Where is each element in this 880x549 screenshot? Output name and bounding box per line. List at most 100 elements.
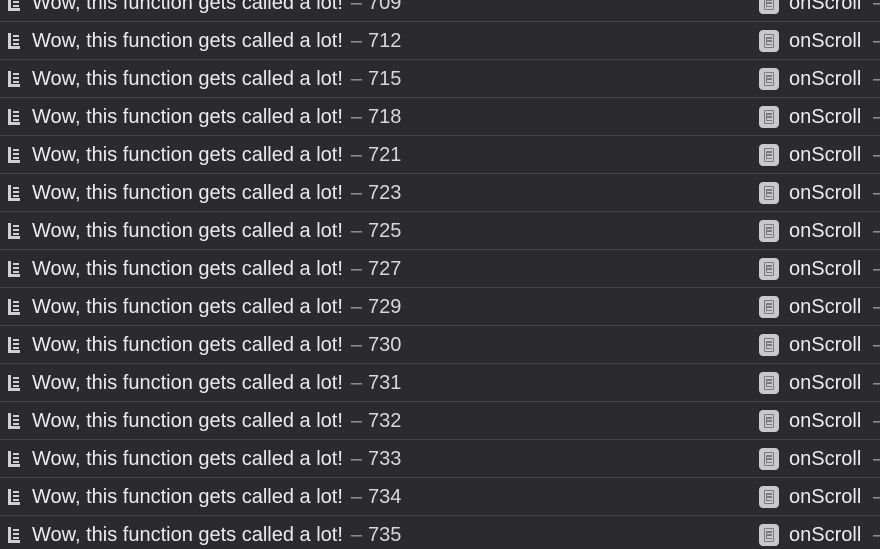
source-separator: – — [873, 372, 880, 394]
console-message-row[interactable]: Wow, this function gets called a lot! – 72… — [0, 136, 880, 174]
console-message: Wow, this function gets called a lot! –73… — [32, 448, 401, 470]
source-location-link[interactable]: onScroll — [789, 144, 861, 166]
javascript-file-icon — [759, 372, 779, 394]
log-message-icon — [8, 299, 20, 315]
message-count: 723 — [368, 182, 402, 204]
console-message-row[interactable]: Wow, this function gets called a lot! –72… — [0, 212, 880, 250]
console-message: Wow, this function gets called a lot! –71… — [32, 106, 401, 128]
source-separator: – — [873, 182, 880, 204]
message-count: 727 — [368, 258, 402, 280]
message-separator: – — [350, 486, 363, 508]
javascript-file-icon — [759, 448, 779, 470]
message-count: 709 — [368, 0, 402, 14]
log-message-icon — [8, 223, 20, 239]
source-separator: – — [873, 296, 880, 318]
console-messages-list: Wow, this function gets called a lot! –70… — [0, 0, 880, 549]
source-location-link[interactable]: onScroll — [789, 486, 861, 508]
console-message-row[interactable]: Wow, this function gets called a lot! –71… — [0, 60, 880, 98]
source-separator: – — [873, 258, 880, 280]
console-message-row[interactable]: Wow, this function gets called a lot! – 73… — [0, 364, 880, 402]
message-separator: – — [350, 220, 363, 242]
source-location-link[interactable]: onScroll — [789, 524, 861, 546]
console-message-row[interactable]: Wow, this function gets called a lot! –71… — [0, 98, 880, 136]
source-location-link[interactable]: onScroll — [789, 372, 861, 394]
console-message-row[interactable]: Wow, this function gets called a lot! – 72… — [0, 288, 880, 326]
javascript-file-icon — [759, 0, 779, 14]
console-message: Wow, this function gets called a lot! –72… — [32, 296, 401, 318]
message-count: 733 — [368, 448, 402, 470]
message-text: Wow, this function gets called a lot! — [32, 258, 343, 280]
log-message-icon — [8, 33, 20, 49]
console-message: Wow, this function gets called a lot! –71… — [32, 30, 401, 52]
console-message-row[interactable]: Wow, this function gets called a lot! –72… — [0, 250, 880, 288]
source-separator: – — [873, 486, 880, 508]
message-count: 721 — [368, 144, 402, 166]
javascript-file-icon — [759, 182, 779, 204]
source-location-link[interactable]: onScroll — [789, 106, 861, 128]
console-message-row[interactable]: Wow, this function gets called a lot! –73… — [0, 440, 880, 478]
source-separator: – — [873, 524, 880, 546]
message-count: 729 — [368, 296, 402, 318]
console-message-row[interactable]: Wow, this function gets called a lot! –70… — [0, 0, 880, 22]
message-count: 731 — [368, 372, 402, 394]
console-message-row[interactable]: Wow, this function gets called a lot! –73… — [0, 402, 880, 440]
source-location-link[interactable]: onScroll — [789, 410, 861, 432]
source-location-link[interactable]: onScroll — [789, 68, 861, 90]
message-text: Wow, this function gets called a lot! — [32, 144, 343, 166]
log-message-icon — [8, 527, 20, 543]
javascript-file-icon — [759, 220, 779, 242]
source-separator: – — [873, 106, 880, 128]
message-text: Wow, this function gets called a lot! — [32, 524, 343, 546]
console-message-row[interactable]: Wow, this function gets called a lot! –71… — [0, 22, 880, 60]
javascript-file-icon — [759, 486, 779, 508]
source-separator: – — [873, 448, 880, 470]
console-message: Wow, this function gets called a lot! –73… — [32, 372, 401, 394]
source-location-link[interactable]: onScroll — [789, 334, 861, 356]
message-text: Wow, this function gets called a lot! — [32, 372, 343, 394]
javascript-file-icon — [759, 258, 779, 280]
source-location-link[interactable]: onScroll — [789, 30, 861, 52]
message-count: 712 — [368, 30, 402, 52]
message-separator: – — [350, 182, 363, 204]
message-separator: – — [350, 30, 363, 52]
source-location-link[interactable]: onScroll — [789, 258, 861, 280]
console-message-row[interactable]: Wow, this function gets called a lot! –73… — [0, 478, 880, 516]
message-separator: – — [350, 334, 363, 356]
message-text: Wow, this function gets called a lot! — [32, 448, 343, 470]
console-message: Wow, this function gets called a lot! –72… — [32, 144, 401, 166]
log-message-icon — [8, 337, 20, 353]
console-message: Wow, this function gets called a lot! –70… — [32, 0, 401, 14]
source-location-link[interactable]: onScroll — [789, 182, 861, 204]
message-separator: – — [350, 258, 363, 280]
message-separator: – — [350, 0, 363, 14]
message-count: 725 — [368, 220, 402, 242]
console-message-row[interactable]: Wow, this function gets called a lot! –73… — [0, 326, 880, 364]
console-message-row[interactable]: Wow, this function gets called a lot! –73… — [0, 516, 880, 549]
source-location-link[interactable]: onScroll — [789, 448, 861, 470]
source-location-link[interactable]: onScroll — [789, 0, 861, 14]
javascript-file-icon — [759, 410, 779, 432]
message-text: Wow, this function gets called a lot! — [32, 106, 343, 128]
console-message: Wow, this function gets called a lot! –72… — [32, 258, 401, 280]
source-location-link[interactable]: onScroll — [789, 296, 861, 318]
message-separator: – — [350, 448, 363, 470]
console-message: Wow, this function gets called a lot! –73… — [32, 410, 401, 432]
message-text: Wow, this function gets called a lot! — [32, 0, 343, 14]
source-separator: – — [873, 0, 880, 14]
javascript-file-icon — [759, 106, 779, 128]
source-separator: – — [873, 144, 880, 166]
log-message-icon — [8, 375, 20, 391]
message-text: Wow, this function gets called a lot! — [32, 30, 343, 52]
message-text: Wow, this function gets called a lot! — [32, 182, 343, 204]
source-separator: – — [873, 220, 880, 242]
source-separator: – — [873, 334, 880, 356]
log-message-icon — [8, 71, 20, 87]
message-text: Wow, this function gets called a lot! — [32, 220, 343, 242]
message-text: Wow, this function gets called a lot! — [32, 334, 343, 356]
console-message: Wow, this function gets called a lot! –71… — [32, 68, 401, 90]
console-message-row[interactable]: Wow, this function gets called a lot! –72… — [0, 174, 880, 212]
source-location-link[interactable]: onScroll — [789, 220, 861, 242]
log-message-icon — [8, 261, 20, 277]
javascript-file-icon — [759, 334, 779, 356]
message-text: Wow, this function gets called a lot! — [32, 296, 343, 318]
